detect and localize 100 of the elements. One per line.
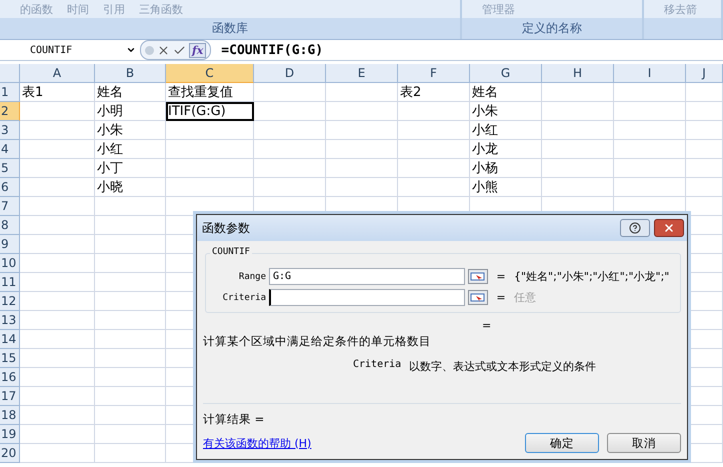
empty-cell[interactable] bbox=[326, 102, 398, 121]
empty-cell[interactable] bbox=[254, 83, 326, 102]
check-icon[interactable] bbox=[173, 44, 186, 56]
empty-cell[interactable] bbox=[614, 140, 686, 159]
empty-cell[interactable] bbox=[254, 102, 326, 121]
row-header[interactable]: 3 bbox=[0, 121, 20, 140]
empty-cell[interactable] bbox=[166, 140, 254, 159]
empty-cell[interactable] bbox=[542, 83, 614, 102]
empty-cell[interactable] bbox=[686, 102, 723, 121]
table-cell[interactable]: 小熊 bbox=[470, 178, 542, 197]
row-header[interactable]: 7 bbox=[0, 197, 20, 216]
row-header[interactable]: 6 bbox=[0, 178, 20, 197]
row-header[interactable]: 5 bbox=[0, 159, 20, 178]
empty-cell[interactable] bbox=[686, 83, 723, 102]
empty-cell[interactable] bbox=[95, 254, 166, 273]
empty-cell[interactable] bbox=[95, 349, 166, 368]
table-cell[interactable]: 表2 bbox=[398, 83, 470, 102]
row-header[interactable]: 10 bbox=[0, 254, 20, 273]
empty-cell[interactable] bbox=[686, 159, 723, 178]
empty-cell[interactable] bbox=[95, 330, 166, 349]
row-header[interactable]: 8 bbox=[0, 216, 20, 235]
empty-cell[interactable] bbox=[166, 159, 254, 178]
table-cell[interactable]: 小明 bbox=[95, 102, 166, 121]
dialog-button[interactable]: 确定 bbox=[525, 433, 599, 453]
empty-cell[interactable] bbox=[398, 140, 470, 159]
empty-cell[interactable] bbox=[254, 159, 326, 178]
table-cell[interactable]: 姓名 bbox=[470, 83, 542, 102]
empty-cell[interactable] bbox=[686, 140, 723, 159]
table-cell[interactable]: 表1 bbox=[20, 83, 95, 102]
empty-cell[interactable] bbox=[542, 159, 614, 178]
row-header[interactable]: 12 bbox=[0, 292, 20, 311]
empty-cell[interactable] bbox=[95, 292, 166, 311]
cancel-icon[interactable] bbox=[157, 44, 170, 56]
column-header[interactable]: F bbox=[398, 64, 470, 83]
empty-cell[interactable] bbox=[542, 121, 614, 140]
column-header[interactable]: C bbox=[166, 64, 254, 83]
close-button[interactable] bbox=[654, 219, 684, 237]
formula-input[interactable]: =COUNTIF(G:G) bbox=[211, 42, 723, 58]
empty-cell[interactable] bbox=[326, 83, 398, 102]
column-header[interactable]: H bbox=[542, 64, 614, 83]
collapse-dialog-icon[interactable] bbox=[468, 290, 488, 305]
empty-cell[interactable] bbox=[95, 273, 166, 292]
argument-field[interactable]: G:G bbox=[269, 268, 465, 285]
row-header[interactable]: 9 bbox=[0, 235, 20, 254]
empty-cell[interactable] bbox=[254, 178, 326, 197]
empty-cell[interactable] bbox=[254, 121, 326, 140]
empty-cell[interactable] bbox=[95, 197, 166, 216]
empty-cell[interactable] bbox=[542, 178, 614, 197]
table-cell[interactable]: 小朱 bbox=[470, 102, 542, 121]
row-header[interactable]: 13 bbox=[0, 311, 20, 330]
empty-cell[interactable] bbox=[95, 387, 166, 406]
column-header[interactable]: A bbox=[20, 64, 95, 83]
empty-cell[interactable] bbox=[614, 159, 686, 178]
empty-cell[interactable] bbox=[326, 178, 398, 197]
row-header[interactable]: 11 bbox=[0, 273, 20, 292]
row-header[interactable]: 16 bbox=[0, 368, 20, 387]
row-header[interactable]: 2 bbox=[0, 102, 20, 121]
empty-cell[interactable] bbox=[95, 444, 166, 463]
empty-cell[interactable] bbox=[166, 178, 254, 197]
table-cell[interactable]: 查找重复值 bbox=[166, 83, 254, 102]
row-header[interactable]: 15 bbox=[0, 349, 20, 368]
empty-cell[interactable] bbox=[95, 368, 166, 387]
dialog-button[interactable]: 取消 bbox=[607, 433, 681, 453]
empty-cell[interactable] bbox=[614, 83, 686, 102]
table-cell[interactable]: 小红 bbox=[95, 140, 166, 159]
empty-cell[interactable] bbox=[95, 235, 166, 254]
collapse-dialog-icon[interactable] bbox=[468, 269, 488, 284]
empty-cell[interactable] bbox=[542, 140, 614, 159]
table-cell[interactable]: 小丁 bbox=[95, 159, 166, 178]
table-cell[interactable]: ITIF(G:G) bbox=[166, 102, 254, 121]
column-header[interactable]: B bbox=[95, 64, 166, 83]
empty-cell[interactable] bbox=[398, 121, 470, 140]
row-header[interactable]: 20 bbox=[0, 444, 20, 463]
table-cell[interactable]: 小朱 bbox=[95, 121, 166, 140]
column-header[interactable]: E bbox=[326, 64, 398, 83]
column-header[interactable]: I bbox=[614, 64, 686, 83]
row-header[interactable]: 19 bbox=[0, 425, 20, 444]
argument-field[interactable] bbox=[269, 289, 465, 306]
empty-cell[interactable] bbox=[398, 159, 470, 178]
table-cell[interactable]: 小龙 bbox=[470, 140, 542, 159]
name-box[interactable]: COUNTIF bbox=[0, 41, 140, 59]
empty-cell[interactable] bbox=[398, 178, 470, 197]
empty-cell[interactable] bbox=[326, 140, 398, 159]
column-header[interactable]: J bbox=[686, 64, 723, 83]
empty-cell[interactable] bbox=[614, 121, 686, 140]
empty-cell[interactable] bbox=[614, 102, 686, 121]
empty-cell[interactable] bbox=[326, 121, 398, 140]
select-all-corner[interactable] bbox=[0, 64, 20, 83]
row-header[interactable]: 1 bbox=[0, 83, 20, 102]
column-header[interactable]: D bbox=[254, 64, 326, 83]
empty-cell[interactable] bbox=[95, 425, 166, 444]
table-cell[interactable]: 小晓 bbox=[95, 178, 166, 197]
dropdown-icon[interactable] bbox=[126, 45, 136, 55]
empty-cell[interactable] bbox=[686, 178, 723, 197]
empty-cell[interactable] bbox=[398, 102, 470, 121]
row-header[interactable]: 18 bbox=[0, 406, 20, 425]
table-cell[interactable]: 小红 bbox=[470, 121, 542, 140]
insert-function-button[interactable]: fx bbox=[189, 42, 206, 58]
empty-cell[interactable] bbox=[95, 311, 166, 330]
empty-cell[interactable] bbox=[166, 121, 254, 140]
